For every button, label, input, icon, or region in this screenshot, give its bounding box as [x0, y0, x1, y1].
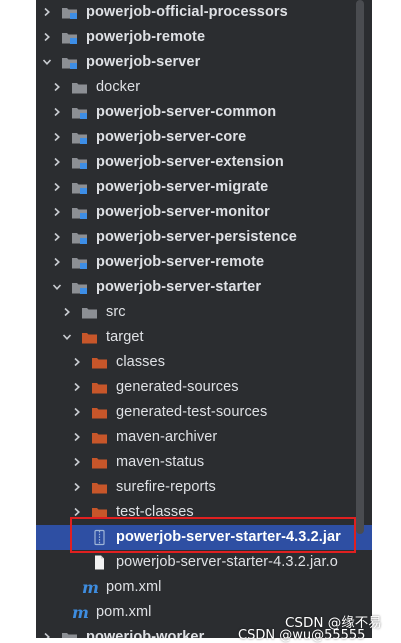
tree-item-label: powerjob-server-starter-4.3.2.jar.o	[116, 554, 338, 570]
tree-item-label: powerjob-server-extension	[96, 154, 284, 170]
tree-item[interactable]: target	[36, 325, 372, 350]
tree-item-label: powerjob-server-migrate	[96, 179, 269, 195]
tree-item[interactable]: generated-sources	[36, 375, 372, 400]
tree-item-label: pom.xml	[96, 604, 152, 620]
module-folder-icon	[61, 54, 78, 71]
tree-item-label: generated-test-sources	[116, 404, 268, 420]
tree-item[interactable]: powerjob-server-monitor	[36, 200, 372, 225]
tree-item[interactable]: powerjob-server	[36, 50, 372, 75]
tree-item[interactable]: powerjob-server-core	[36, 125, 372, 150]
excluded-folder-icon	[91, 379, 108, 396]
tree-item[interactable]: surefire-reports	[36, 475, 372, 500]
vertical-scrollbar[interactable]	[356, 0, 364, 534]
module-folder-icon	[71, 154, 88, 171]
tree-item[interactable]: m pom.xml	[36, 575, 372, 600]
tree-item-label: target	[106, 329, 144, 345]
tree-item[interactable]: docker	[36, 75, 372, 100]
module-folder-icon	[71, 104, 88, 121]
watermark-secondary: CSDN @wu@55555	[238, 628, 366, 643]
svg-text:m: m	[82, 579, 98, 596]
tree-item[interactable]: src	[36, 300, 372, 325]
maven-icon: m	[81, 578, 99, 597]
tree-item-label: powerjob-server-core	[96, 129, 247, 145]
chevron-right-icon[interactable]	[40, 630, 54, 638]
tree-item[interactable]: powerjob-server-common	[36, 100, 372, 125]
chevron-right-icon[interactable]	[70, 455, 84, 469]
chevron-right-icon[interactable]	[50, 130, 64, 144]
tree-item[interactable]: powerjob-server-remote	[36, 250, 372, 275]
folder-icon	[71, 79, 88, 96]
tree-item[interactable]: powerjob-official-processors	[36, 0, 372, 25]
excluded-folder-icon	[91, 404, 108, 421]
tree-item-label: pom.xml	[106, 579, 162, 595]
tree-item-label: powerjob-server-persistence	[96, 229, 297, 245]
tree-item-label: powerjob-server-common	[96, 104, 277, 120]
chevron-down-icon[interactable]	[50, 280, 64, 294]
tree-item[interactable]: powerjob-server-starter	[36, 275, 372, 300]
chevron-right-icon[interactable]	[70, 405, 84, 419]
module-folder-icon	[71, 129, 88, 146]
chevron-right-icon[interactable]	[70, 480, 84, 494]
tree-item-label: powerjob-server-monitor	[96, 204, 270, 220]
module-folder-icon	[71, 279, 88, 296]
chevron-right-icon[interactable]	[50, 230, 64, 244]
tree-item-label: maven-status	[116, 454, 205, 470]
chevron-down-icon[interactable]	[40, 55, 54, 69]
tree-item-label: docker	[96, 79, 141, 95]
tree-item-label: maven-archiver	[116, 429, 218, 445]
chevron-down-icon[interactable]	[60, 330, 74, 344]
tree-item-label: powerjob-worker	[86, 629, 205, 638]
module-folder-icon	[61, 629, 78, 638]
chevron-right-icon[interactable]	[50, 180, 64, 194]
tree-item-label: powerjob-server	[86, 54, 201, 70]
chevron-right-icon[interactable]	[40, 5, 54, 19]
tree-item[interactable]: maven-status	[36, 450, 372, 475]
chevron-right-icon[interactable]	[50, 80, 64, 94]
folder-icon	[81, 304, 98, 321]
tree-item[interactable]: generated-test-sources	[36, 400, 372, 425]
file-icon	[91, 554, 108, 571]
tree-item[interactable]: powerjob-remote	[36, 25, 372, 50]
tree-item[interactable]: classes	[36, 350, 372, 375]
tree-item-label: powerjob-remote	[86, 29, 206, 45]
tree-item[interactable]: powerjob-server-persistence	[36, 225, 372, 250]
chevron-right-icon[interactable]	[70, 355, 84, 369]
tree-item-label: classes	[116, 354, 166, 370]
module-folder-icon	[61, 4, 78, 21]
tree-item[interactable]: maven-archiver	[36, 425, 372, 450]
excluded-folder-icon	[91, 479, 108, 496]
chevron-right-icon[interactable]	[50, 155, 64, 169]
annotation-highlight-box	[70, 517, 356, 553]
excluded-folder-icon	[81, 329, 98, 346]
tree-item[interactable]: powerjob-server-starter-4.3.2.jar.o	[36, 550, 372, 575]
tree-item[interactable]: powerjob-server-extension	[36, 150, 372, 175]
module-folder-icon	[71, 179, 88, 196]
chevron-right-icon[interactable]	[70, 380, 84, 394]
module-folder-icon	[71, 254, 88, 271]
svg-text:m: m	[72, 604, 88, 621]
chevron-right-icon[interactable]	[50, 205, 64, 219]
tree-item-label: powerjob-server-remote	[96, 254, 265, 270]
tree-item-label: generated-sources	[116, 379, 239, 395]
chevron-right-icon[interactable]	[70, 430, 84, 444]
chevron-right-icon[interactable]	[50, 105, 64, 119]
excluded-folder-icon	[91, 429, 108, 446]
tree-item-label: src	[106, 304, 126, 320]
maven-icon: m	[71, 603, 89, 622]
chevron-right-icon[interactable]	[60, 305, 74, 319]
module-folder-icon	[61, 29, 78, 46]
chevron-right-icon[interactable]	[50, 255, 64, 269]
tree-item-label: surefire-reports	[116, 479, 216, 495]
tree-item[interactable]: powerjob-server-migrate	[36, 175, 372, 200]
excluded-folder-icon	[91, 454, 108, 471]
module-folder-icon	[71, 204, 88, 221]
tree-item-label: powerjob-server-starter	[96, 279, 262, 295]
module-folder-icon	[71, 229, 88, 246]
chevron-right-icon[interactable]	[40, 30, 54, 44]
excluded-folder-icon	[91, 354, 108, 371]
tree-item-label: powerjob-official-processors	[86, 4, 288, 20]
